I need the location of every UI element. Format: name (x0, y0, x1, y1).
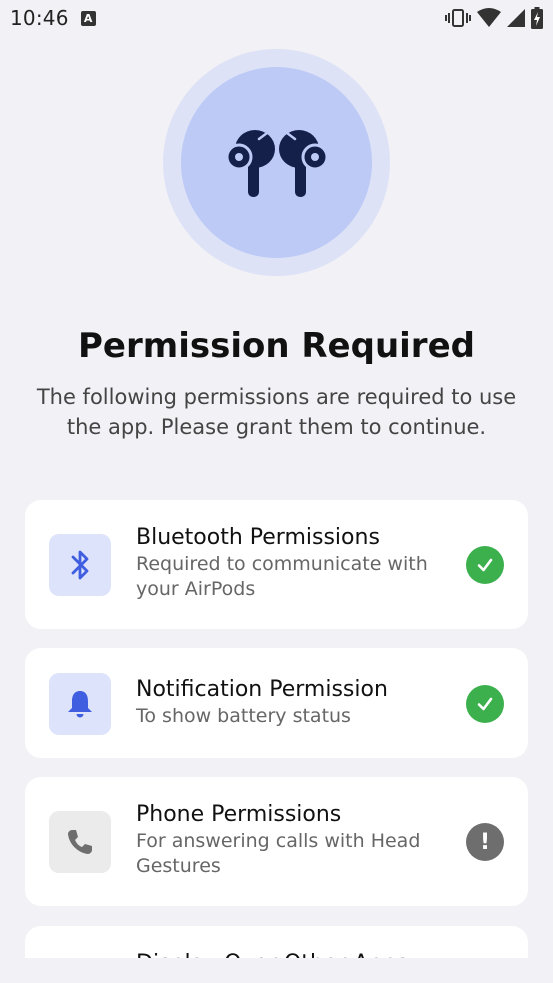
permission-title: Bluetooth Permissions (136, 525, 380, 550)
signal-icon (507, 9, 525, 27)
page-title: Permission Required (78, 326, 475, 366)
scroll-content[interactable]: 10:46 A Permission Required The followin… (0, 0, 553, 958)
permission-title: Notification Permission (136, 677, 388, 702)
granted-check-icon (466, 685, 504, 723)
permission-title: Display Over Other Apps (136, 950, 456, 958)
status-time: 10:46 (10, 6, 69, 30)
page-subtitle: The following permissions are required t… (36, 385, 517, 439)
hero-circle (181, 67, 372, 258)
bluetooth-icon (49, 534, 111, 596)
navigation-bar (0, 958, 553, 983)
permission-description: Required to communicate with your AirPod… (136, 553, 428, 600)
warning-exclamation-icon: ! (466, 823, 504, 861)
bell-icon (49, 673, 111, 735)
vibrate-icon (445, 9, 471, 27)
notification-a-icon: A (80, 10, 96, 26)
permission-card-phone[interactable]: Phone Permissions For answering calls wi… (25, 777, 528, 906)
permission-description: To show battery status (136, 705, 351, 727)
granted-check-icon (466, 546, 504, 584)
airpods-icon (225, 129, 328, 197)
wifi-icon (477, 8, 501, 27)
phone-icon (49, 811, 111, 873)
permission-card-bluetooth[interactable]: Bluetooth Permissions Required to commun… (25, 500, 528, 629)
permission-title: Phone Permissions (136, 802, 342, 827)
status-bar: 10:46 A (0, 0, 553, 36)
battery-charging-icon (531, 7, 543, 29)
permission-card-notification[interactable]: Notification Permission To show battery … (25, 648, 528, 758)
permission-description: For answering calls with Head Gestures (136, 830, 421, 877)
permission-card-display-over-apps[interactable]: Display Over Other Apps (25, 926, 528, 958)
